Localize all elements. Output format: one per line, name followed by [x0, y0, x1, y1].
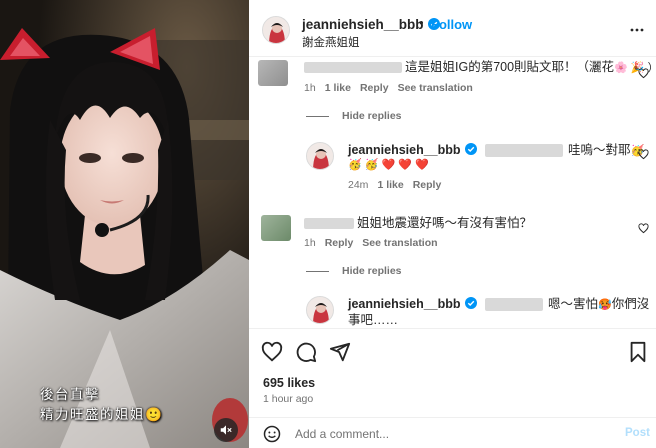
post-button[interactable]: Post — [625, 427, 650, 439]
comment-2-reply-button[interactable]: Reply — [325, 237, 354, 249]
share-icon[interactable] — [329, 341, 351, 363]
reply-1-meta: 24m 1 like Reply — [348, 179, 450, 191]
comment-1-text: 這是姐姐IG的第700則貼文耶！（灑花🌸 🎉 ） — [304, 59, 656, 76]
reply-1-line2-emoji: 🥳 🥳 — [348, 159, 379, 171]
reply-2-emoji: 🥵 — [598, 299, 612, 311]
post-media[interactable]: 後台直擊 精力旺盛的姐姐🙂 — [0, 0, 249, 448]
comment-2-hide-replies[interactable]: Hide replies — [306, 265, 402, 277]
reply-1-hearts: ❤️ ❤️ ❤️ — [381, 159, 429, 171]
comment-2-text: 姐姐地震還好嗎～有沒有害怕？ — [304, 215, 532, 231]
reply-2-username[interactable]: jeanniehsieh__bbb — [348, 297, 461, 311]
reply-1-avatar[interactable] — [306, 142, 334, 170]
post-time[interactable]: 1 hour ago — [263, 393, 313, 405]
caption-line-1: 後台直擊 — [40, 387, 100, 403]
save-icon[interactable] — [627, 341, 649, 363]
reply-1-body: 哇嗚～對耶 — [568, 143, 631, 157]
reply-1-likes[interactable]: 1 like — [377, 179, 403, 191]
caption-line-2-text: 精力旺盛的姐姐 — [40, 407, 145, 423]
comment-2-avatar[interactable] — [261, 215, 291, 241]
comment-1-hide-replies-label[interactable]: Hide replies — [342, 110, 402, 122]
comment-2-heart-icon[interactable] — [638, 223, 649, 234]
post-photo — [0, 0, 249, 448]
post-header: jeanniehsieh__bbb • Follow 謝金燕姐姐 — [249, 0, 656, 57]
action-bar: 695 likes 1 hour ago Post — [249, 328, 656, 448]
comment-1-see-translation[interactable]: See translation — [398, 82, 473, 94]
comment-1-heart-icon[interactable] — [638, 68, 649, 79]
comment-icon[interactable] — [295, 341, 317, 363]
smile-icon[interactable] — [263, 425, 281, 443]
comment-2-meta: 1h Reply See translation — [304, 237, 447, 249]
follow-button[interactable]: Follow — [431, 17, 472, 32]
caption-emoji: 🙂 — [145, 407, 164, 423]
comment-2-username-blurred[interactable] — [304, 218, 354, 230]
reply-1-mention-blurred[interactable] — [485, 144, 564, 158]
reply-1-username[interactable]: jeanniehsieh__bbb — [348, 143, 461, 157]
reply-1-heart-icon[interactable] — [638, 149, 649, 160]
mute-icon — [220, 425, 232, 435]
comment-2-body: 姐姐地震還好嗎～有沒有害怕？ — [357, 216, 533, 230]
comment-2-time: 1h — [304, 237, 316, 249]
reply-1-reply-button[interactable]: Reply — [413, 179, 442, 191]
comment-1-time: 1h — [304, 82, 316, 94]
hide-replies-line — [306, 270, 329, 272]
comment-1-avatar[interactable] — [258, 60, 288, 86]
reply-2-body-tail: 你們沒 — [611, 297, 650, 311]
header-dot-separator: • — [419, 15, 424, 30]
reply-2-avatar[interactable] — [306, 296, 334, 324]
reply-2-line-2: 事吧…… — [348, 313, 399, 327]
comments-list[interactable]: 這是姐姐IG的第700則貼文耶！（灑花🌸 🎉 ） 1h 1 like Reply Se… — [249, 58, 656, 328]
comment-2-hide-replies-label[interactable]: Hide replies — [342, 265, 402, 277]
comment-1-body: 這是姐姐IG的第700則貼文耶！（灑花 — [405, 60, 615, 74]
reply-2-mention-blurred[interactable] — [485, 298, 544, 312]
comment-1-emoji: 🌸 🎉 ） — [614, 62, 656, 74]
verified-icon — [464, 297, 477, 309]
add-comment-bar: Post — [249, 417, 656, 448]
reply-2-body: 嗯～害怕 — [548, 297, 599, 311]
comment-1-hide-replies[interactable]: Hide replies — [306, 110, 402, 122]
header-username-text[interactable]: jeanniehsieh__bbb — [302, 17, 424, 32]
comment-1-username-blurred[interactable] — [304, 62, 402, 74]
comment-input[interactable] — [295, 424, 595, 444]
comment-1-likes[interactable]: 1 like — [325, 82, 351, 94]
reply-2-line-1: jeanniehsieh__bbb 嗯～害怕🥵你們沒 — [348, 296, 649, 313]
media-caption: 後台直擊 精力旺盛的姐姐🙂 — [40, 385, 163, 425]
verified-icon — [464, 143, 477, 155]
comment-1-meta: 1h 1 like Reply See translation — [304, 82, 482, 94]
header-avatar[interactable] — [262, 16, 290, 44]
header-location[interactable]: 謝金燕姐姐 — [302, 34, 360, 50]
comment-2-see-translation[interactable]: See translation — [362, 237, 437, 249]
more-icon[interactable] — [630, 23, 644, 37]
caption-line-2: 精力旺盛的姐姐🙂 — [40, 405, 163, 425]
heart-icon[interactable] — [261, 341, 283, 363]
reply-1-time: 24m — [348, 179, 369, 191]
reply-1-line-2: 🥳 🥳 ❤️ ❤️ ❤️ — [348, 157, 429, 173]
mute-button[interactable] — [214, 418, 238, 442]
hide-replies-line — [306, 115, 329, 117]
comment-1-reply-button[interactable]: Reply — [360, 82, 389, 94]
likes-count[interactable]: 695 likes — [263, 376, 315, 390]
